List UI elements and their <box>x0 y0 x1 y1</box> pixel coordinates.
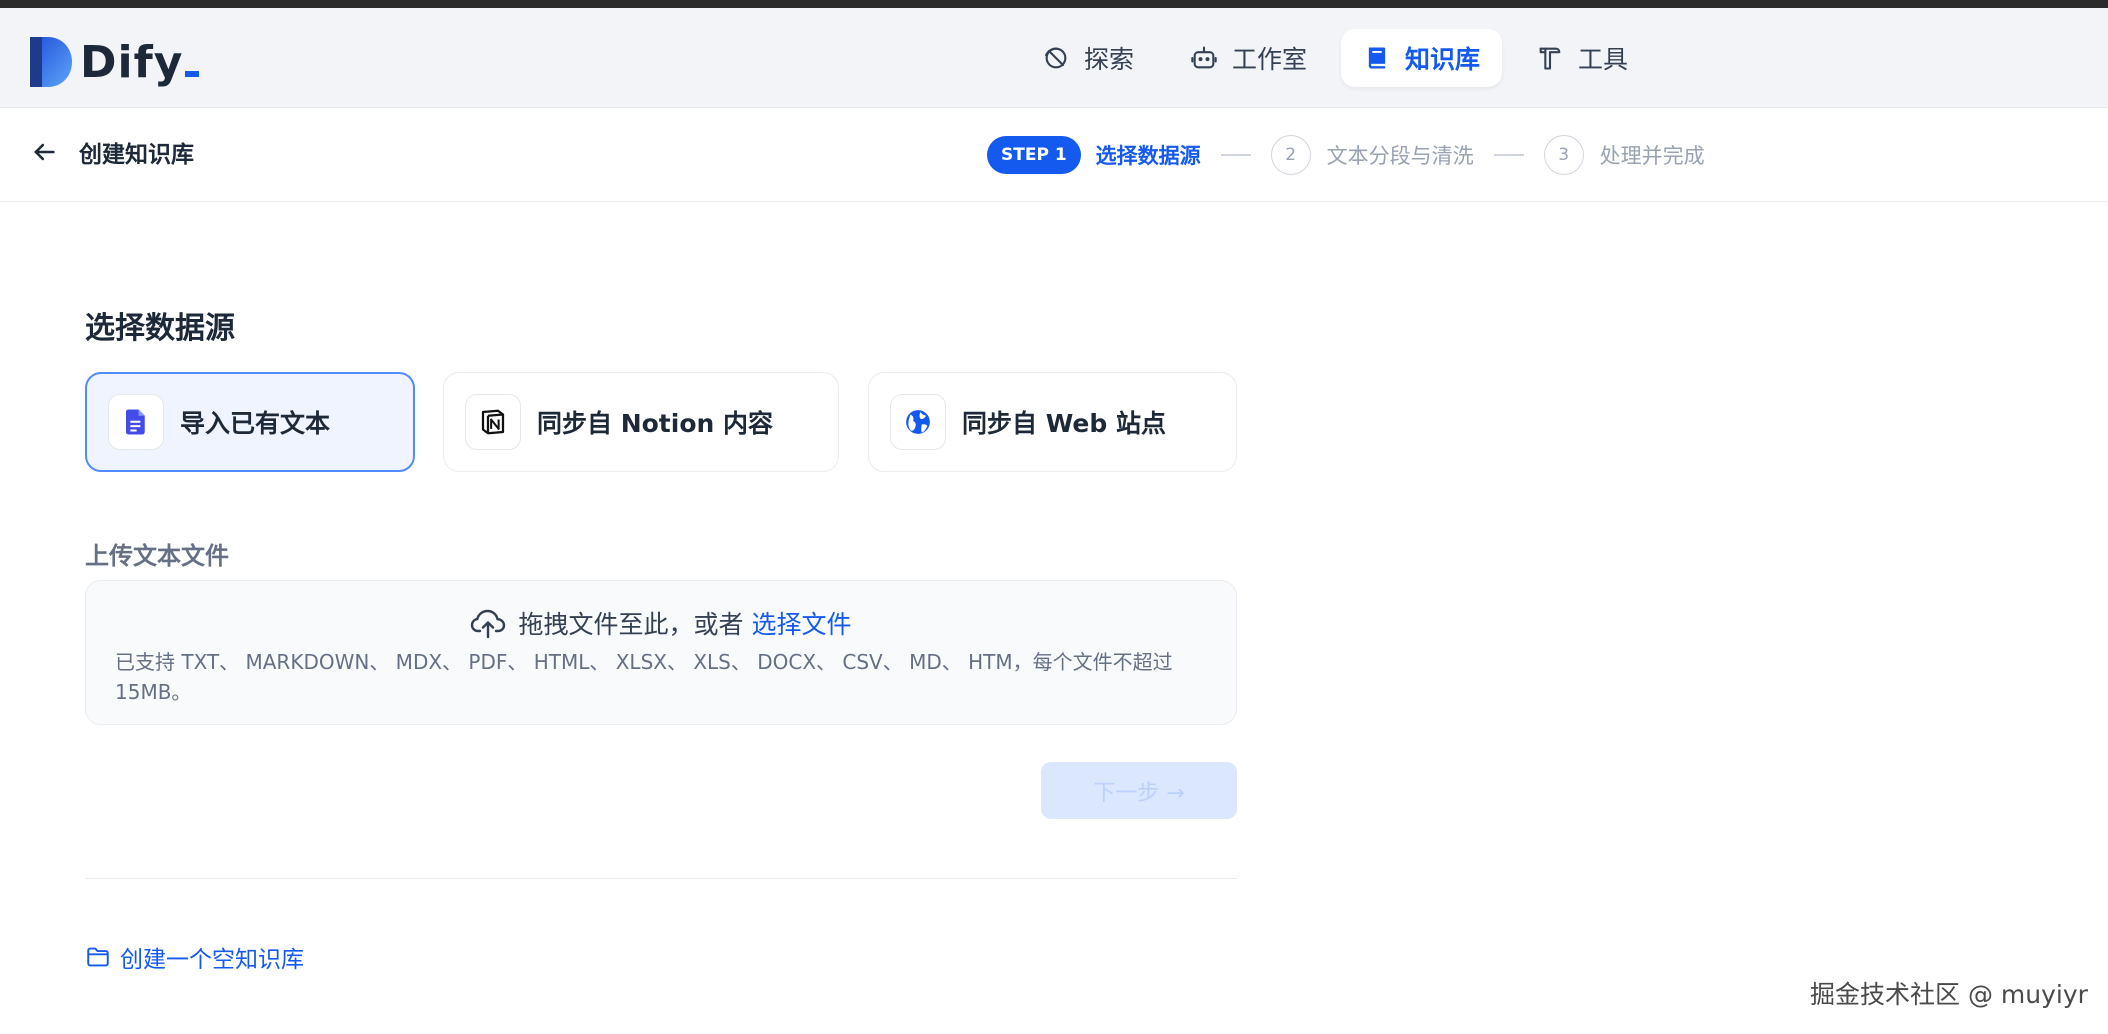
dropzone-prompt: 拖拽文件至此，或者 选择文件 <box>86 605 1236 641</box>
step-2-label: 文本分段与清洗 <box>1326 144 1474 168</box>
select-file-link[interactable]: 选择文件 <box>752 605 852 641</box>
notion-icon <box>481 409 505 435</box>
nav-item-tools[interactable]: 工具 <box>1514 29 1650 87</box>
nav-label: 探索 <box>1084 45 1135 74</box>
file-dropzone[interactable]: 拖拽文件至此，或者 选择文件 已支持 TXT、 MARKDOWN、 MDX、 P… <box>85 580 1237 725</box>
back-arrow-icon[interactable] <box>30 138 58 166</box>
main-nav: 探索 工作室 知识库 工具 <box>1020 29 1662 87</box>
step-divider <box>1493 154 1524 156</box>
next-step-button[interactable]: 下一步 → <box>1041 762 1237 819</box>
step-3-label: 处理并完成 <box>1599 144 1705 168</box>
folder-icon <box>87 947 109 967</box>
supported-formats-hint: 已支持 TXT、 MARKDOWN、 MDX、 PDF、 HTML、 XLSX、… <box>115 650 1173 704</box>
step-2-badge: 2 <box>1270 135 1311 175</box>
book-icon <box>1368 47 1386 69</box>
page-title: 创建知识库 <box>79 142 194 168</box>
window-top-strip <box>0 0 2108 8</box>
nav-item-knowledge[interactable]: 知识库 <box>1341 29 1503 87</box>
nav-item-explore[interactable]: 探索 <box>1020 29 1156 87</box>
source-label: 同步自 Web 站点 <box>962 409 1166 438</box>
nav-label: 知识库 <box>1405 45 1481 74</box>
source-label: 导入已有文本 <box>180 409 331 438</box>
source-icon-box <box>108 394 164 450</box>
globe-icon <box>906 410 930 434</box>
source-icon-box <box>465 394 521 450</box>
source-label: 同步自 Notion 内容 <box>537 409 773 438</box>
source-card-web[interactable]: 同步自 Web 站点 <box>868 372 1237 472</box>
hammer-icon <box>1539 47 1561 70</box>
cloud-upload-icon <box>471 609 506 639</box>
section-divider <box>85 878 1237 879</box>
logo-text: Dify <box>80 37 200 88</box>
watermark: 掘金技术社区 @ muyiyr <box>1810 980 2088 1009</box>
step-1-badge: STEP 1 <box>987 136 1081 174</box>
section-title: 选择数据源 <box>85 311 235 346</box>
create-empty-label: 创建一个空知识库 <box>120 947 304 973</box>
top-header: Dify 探索 工作室 知识库 工具 <box>0 8 2108 108</box>
nav-label: 工作室 <box>1232 45 1308 74</box>
file-text-icon <box>126 409 145 435</box>
dify-logo[interactable]: Dify <box>30 32 200 92</box>
step-3-badge: 3 <box>1543 135 1584 175</box>
dropzone-text: 拖拽文件至此，或者 <box>518 610 744 639</box>
stepper: STEP 1 选择数据源 2 文本分段与清洗 3 处理并完成 <box>987 135 1705 175</box>
dify-logo-icon <box>30 37 72 87</box>
step-1-label: 选择数据源 <box>1095 144 1201 168</box>
nav-item-studio[interactable]: 工作室 <box>1168 29 1329 87</box>
step-divider <box>1220 154 1251 156</box>
explore-icon <box>1045 47 1067 69</box>
source-icon-box <box>890 394 946 450</box>
create-empty-knowledge-link[interactable]: 创建一个空知识库 <box>85 940 304 974</box>
sub-header: 创建知识库 STEP 1 选择数据源 2 文本分段与清洗 3 处理并完成 <box>0 108 2108 202</box>
robot-icon <box>1191 46 1217 69</box>
upload-section-label: 上传文本文件 <box>85 542 229 570</box>
nav-label: 工具 <box>1578 45 1629 74</box>
source-card-notion[interactable]: 同步自 Notion 内容 <box>443 372 839 472</box>
source-card-upload[interactable]: 导入已有文本 <box>85 372 415 472</box>
